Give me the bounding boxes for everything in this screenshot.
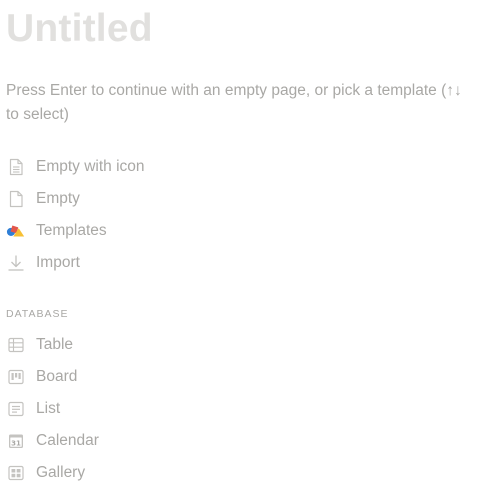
list-icon (6, 399, 26, 419)
option-templates[interactable]: Templates (0, 217, 300, 245)
calendar-icon: 31 (6, 431, 26, 451)
option-label: Templates (36, 222, 107, 239)
database-item-label: List (36, 400, 61, 417)
empty-page-hint: Press Enter to continue with an empty pa… (6, 82, 462, 123)
document-icon (6, 189, 26, 209)
database-item-list[interactable]: List (0, 395, 300, 423)
page-title[interactable]: Untitled (6, 4, 153, 54)
database-item-board[interactable]: Board (0, 363, 300, 391)
calendar-icon-day: 31 (11, 439, 21, 447)
database-item-label: Gallery (36, 464, 86, 481)
new-page-editor: Untitled Press Enter to continue with an… (0, 0, 482, 493)
templates-shapes-icon (6, 221, 26, 241)
download-icon (6, 253, 26, 273)
option-import[interactable]: Import (0, 249, 300, 277)
database-item-table[interactable]: Table (0, 331, 300, 359)
board-icon (6, 367, 26, 387)
database-item-label: Table (36, 336, 74, 353)
database-item-gallery[interactable]: Gallery (0, 459, 300, 487)
database-item-label: Board (36, 368, 78, 385)
document-lines-icon (6, 157, 26, 177)
database-item-label: Calendar (36, 432, 99, 449)
option-label: Empty with icon (36, 158, 145, 175)
option-empty-with-icon[interactable]: Empty with icon (0, 153, 300, 181)
database-section-header: DATABASE (6, 308, 69, 320)
gallery-icon (6, 463, 26, 483)
option-label: Import (36, 254, 80, 271)
table-icon (6, 335, 26, 355)
option-label: Empty (36, 190, 80, 207)
database-item-calendar[interactable]: 31 Calendar (0, 427, 300, 455)
option-empty[interactable]: Empty (0, 185, 300, 213)
